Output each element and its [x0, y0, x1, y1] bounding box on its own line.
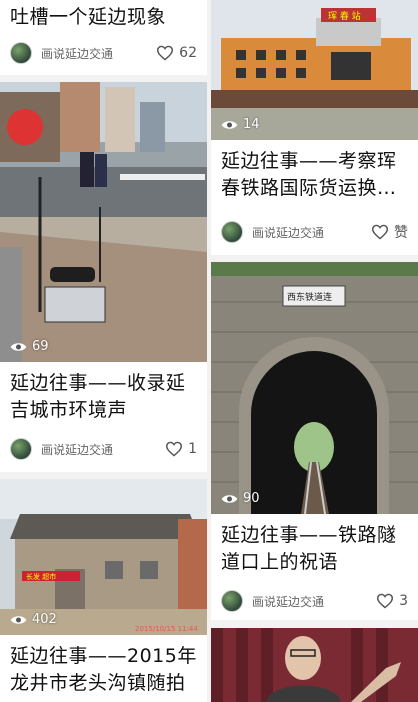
shop-sign: 长发 超市: [26, 572, 56, 581]
eye-icon: [221, 120, 238, 129]
like-count: 3: [399, 593, 408, 609]
post-thumbnail[interactable]: 长发 超市 2015/10/15 11:44 402: [0, 479, 207, 635]
eye-icon: [10, 342, 27, 351]
tunnel-photo: 西东铁道连: [211, 262, 418, 514]
like-count: 赞: [394, 225, 408, 241]
post-meta: 画说延边交通 1: [10, 438, 197, 460]
heart-icon: [166, 441, 183, 457]
station-sign: 珲 春 站: [328, 10, 361, 22]
author-name[interactable]: 画说延边交通: [41, 45, 156, 62]
post-meta: 画说延边交通 62: [10, 42, 197, 64]
post-meta: 画说延边交通 赞: [221, 221, 408, 243]
post-card[interactable]: 珲 春 站 14 延边往事——考察珲春铁路国际货运换… 画说延边交通 赞: [211, 0, 418, 255]
post-thumbnail[interactable]: 69: [0, 82, 207, 362]
post-card[interactable]: 长发 超市 2015/10/15 11:44 402 延边往事——2015年龙井…: [0, 479, 207, 702]
like-count: 62: [179, 45, 197, 61]
view-count: 14: [221, 117, 260, 132]
tunnel-plaque: 西东铁道连: [287, 291, 332, 303]
author-name[interactable]: 画说延边交通: [41, 441, 165, 458]
view-count: 402: [10, 612, 57, 627]
post-title: 延边往事——收录延吉城市环境声: [10, 372, 186, 421]
post-title: 延边往事——2015年龙井市老头沟镇随拍: [10, 645, 197, 694]
author-avatar[interactable]: [221, 590, 243, 612]
view-count: 90: [221, 491, 260, 506]
like-button[interactable]: 3: [376, 593, 408, 609]
author-avatar[interactable]: [221, 221, 243, 243]
like-button[interactable]: 赞: [371, 222, 408, 242]
post-thumbnail[interactable]: 珲 春 站 14: [211, 0, 418, 140]
post-thumbnail[interactable]: 西东铁道连 90: [211, 262, 418, 514]
street-photo: [0, 82, 207, 362]
post-meta: 画说延边交通 3: [221, 590, 408, 612]
author-name[interactable]: 画说延边交通: [252, 224, 371, 241]
heart-icon: [377, 593, 394, 609]
portrait-photo: [211, 628, 418, 702]
view-count: 69: [10, 339, 49, 354]
post-card[interactable]: 吐槽一个延边现象 画说延边交通 62: [0, 0, 207, 75]
post-thumbnail[interactable]: [211, 628, 418, 702]
heart-icon: [371, 224, 389, 240]
like-button[interactable]: 1: [165, 441, 197, 457]
post-title: 延边往事——铁路隧道口上的祝语: [221, 524, 397, 573]
like-button[interactable]: 62: [156, 45, 197, 61]
waterfall-feed: 吐槽一个延边现象 画说延边交通 62 69 延边往事——收录延吉城市环境声 画说…: [0, 0, 418, 702]
like-count: 1: [188, 441, 197, 457]
photo-timestamp: 2015/10/15 11:44: [135, 625, 198, 633]
heart-icon: [157, 45, 174, 61]
eye-icon: [221, 494, 238, 503]
author-avatar[interactable]: [10, 438, 32, 460]
post-card[interactable]: 西东铁道连 90 延边往事——铁路隧道口上的祝语 画说延边交通 3: [211, 262, 418, 620]
post-title: 延边往事——考察珲春铁路国际货运换…: [221, 150, 397, 199]
post-card[interactable]: 69 延边往事——收录延吉城市环境声 画说延边交通 1: [0, 82, 207, 472]
post-title: 吐槽一个延边现象: [10, 6, 167, 28]
eye-icon: [10, 615, 27, 624]
author-name[interactable]: 画说延边交通: [252, 593, 376, 610]
post-card[interactable]: [211, 628, 418, 702]
author-avatar[interactable]: [10, 42, 32, 64]
